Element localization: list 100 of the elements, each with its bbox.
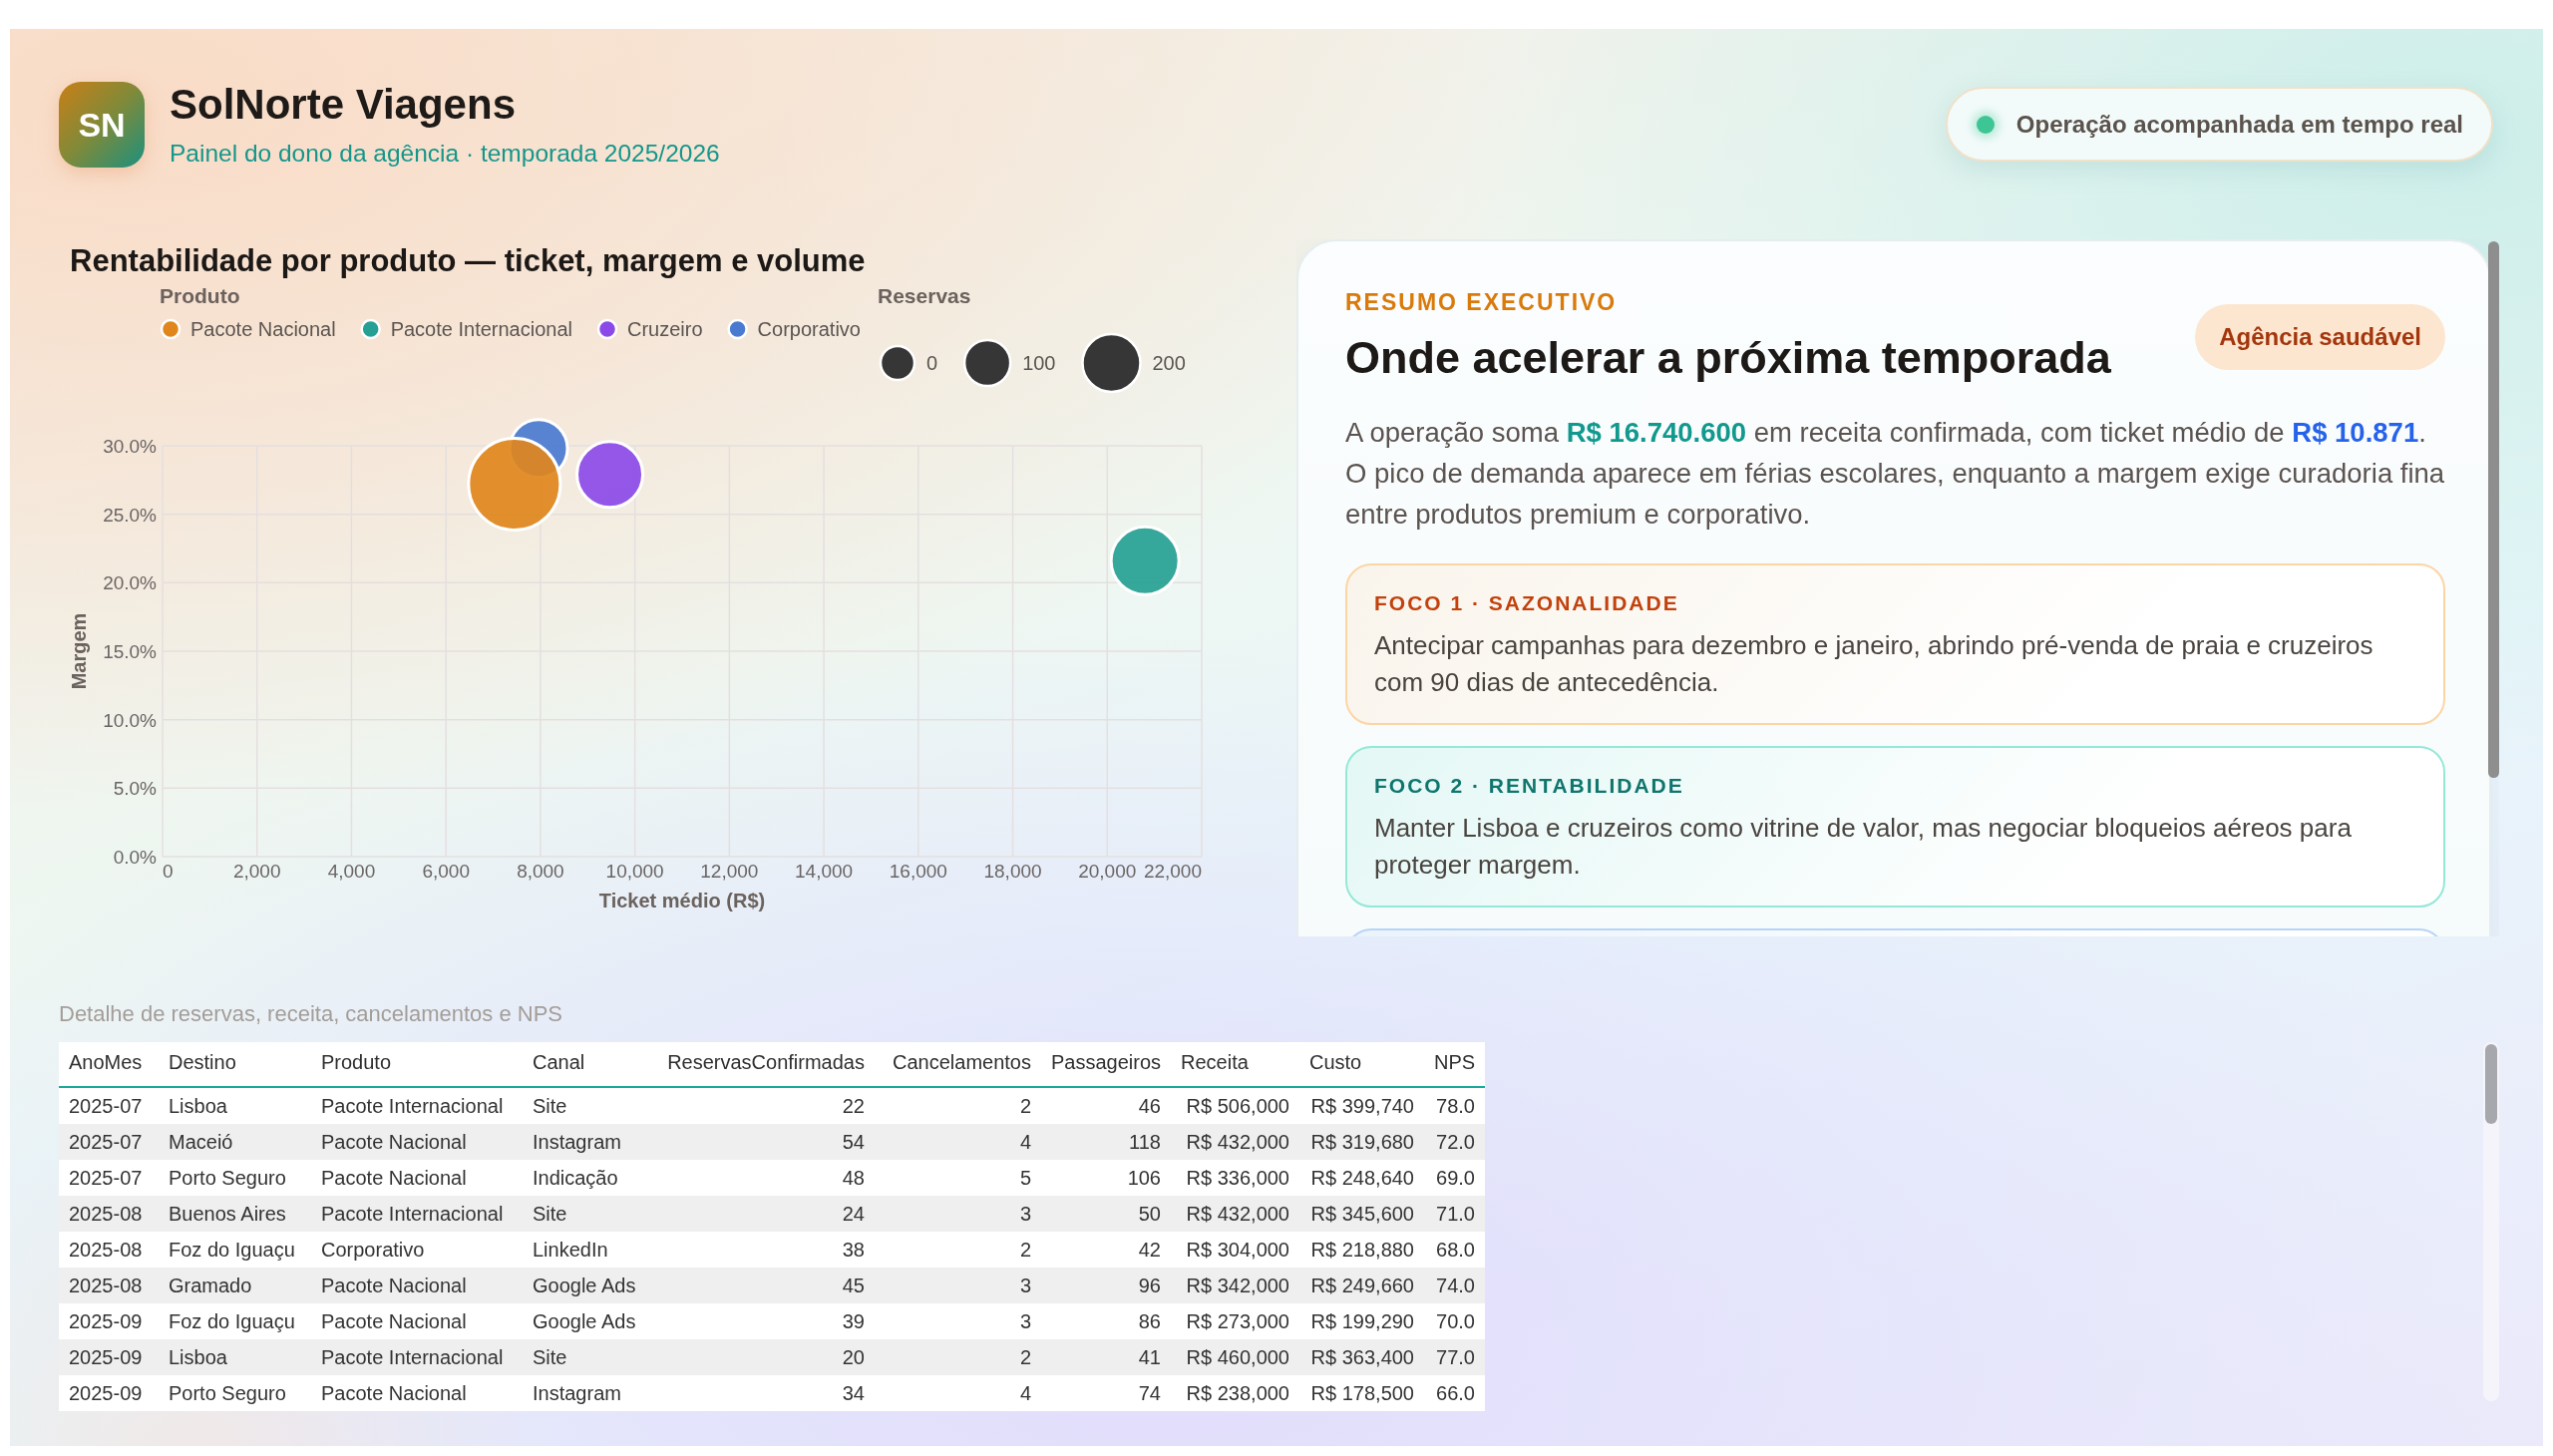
table-cell-text: Lisboa: [168, 1094, 228, 1118]
axis-tick-label: 2,000: [232, 861, 281, 882]
table-cell-text: 38: [841, 1238, 866, 1262]
table-cell-text: Site: [532, 1202, 568, 1226]
health-badge: Agência saudável: [2195, 304, 2445, 370]
chart-title: Rentabilidade por produto — ticket, margem e volume: [70, 243, 866, 279]
table-cell-text: Instagram: [532, 1130, 622, 1154]
axis-title: Margem: [68, 612, 90, 690]
legend-label: 200: [1152, 352, 1186, 374]
table-cell-text: Foz do Iguaçu: [168, 1309, 296, 1333]
table-cell-text: R$ 199,290: [1309, 1309, 1415, 1333]
table-cell-text: 74: [1137, 1381, 1162, 1405]
axis-tick-label: 5.0%: [113, 778, 157, 800]
focus-text: Antecipar campanhas para dezembro e janeiro, abrindo pré-venda de praia e cruzeiros com 90 dias de antecedência.: [1374, 629, 2374, 699]
table-cell-text: Buenos Aires: [168, 1202, 287, 1226]
table-cell-text: 71.0: [1435, 1202, 1476, 1226]
axis-tick-label: 0.0%: [113, 847, 157, 868]
table-cell-text: 106: [1126, 1166, 1162, 1190]
axis-tick-label: 0: [163, 861, 174, 882]
table-cell-text: 50: [1137, 1202, 1162, 1226]
table-cell-text: R$ 273,000: [1185, 1309, 1290, 1333]
table-cell-text: 5: [1018, 1166, 1032, 1190]
table-cell-text: Gramado: [168, 1274, 253, 1297]
table-cell-text: R$ 336,000: [1185, 1166, 1290, 1190]
table-cell-text: Corporativo: [320, 1238, 426, 1262]
table-cell-text: R$ 238,000: [1185, 1381, 1290, 1405]
table-cell-text: R$ 399,740: [1309, 1094, 1415, 1118]
section-eyebrow: RESUMO EXECUTIVO: [1345, 289, 1619, 315]
table-cell-text: 2025-08: [68, 1202, 144, 1226]
table-cell-text: R$ 432,000: [1185, 1202, 1290, 1226]
table-cell-text: 2025-07: [68, 1166, 144, 1190]
table-cell-text: LinkedIn: [532, 1238, 609, 1262]
axis-title: Ticket médio (R$): [598, 890, 766, 911]
table-cell-text: 46: [1137, 1094, 1162, 1118]
table-cell-text: R$ 506,000: [1185, 1094, 1290, 1118]
table-cell-text: 24: [841, 1202, 866, 1226]
table-cell-text: 2: [1018, 1094, 1032, 1118]
table-cell-text: R$ 304,000: [1185, 1238, 1290, 1262]
table-cell-text: 66.0: [1435, 1381, 1476, 1405]
table-cell-text: R$ 432,000: [1185, 1130, 1290, 1154]
table-cell-text: R$ 363,400: [1309, 1345, 1415, 1369]
axis-tick-label: 14,000: [795, 861, 854, 882]
summary-paragraph: A operação soma R$ 16.740.600 em receita confirmada, com ticket médio de R$ 10.871. O pico de demanda aparece em férias escolares, enquanto a margem exige curadoria fina entre produtos premium e corporativo.: [1345, 416, 2445, 532]
table-cell-text: R$ 345,600: [1309, 1202, 1415, 1226]
table-cell-text: Pacote Internacional: [320, 1345, 505, 1369]
table-cell-text: 2025-07: [68, 1094, 144, 1118]
table-cell-text: 77.0: [1435, 1345, 1476, 1369]
table-cell-text: 42: [1137, 1238, 1162, 1262]
axis-tick-label: 18,000: [983, 861, 1042, 882]
table-cell-text: 39: [841, 1309, 866, 1333]
table-cell-text: 72.0: [1435, 1130, 1476, 1154]
table-cell-text: Pacote Internacional: [320, 1202, 505, 1226]
table-cell-text: Site: [532, 1094, 568, 1118]
axis-tick-label: 10,000: [605, 861, 664, 882]
table-cell-text: 3: [1018, 1309, 1032, 1333]
table-cell-text: 2025-08: [68, 1238, 144, 1262]
table-cell-text: 2025-08: [68, 1274, 144, 1297]
table-cell-text: Porto Seguro: [168, 1166, 287, 1190]
table-cell-text: Site: [532, 1345, 568, 1369]
table-cell-text: 2025-09: [68, 1345, 144, 1369]
table-cell-text: 2025-07: [68, 1130, 144, 1154]
table-cell-text: Pacote Nacional: [320, 1166, 468, 1190]
table-cell-text: Maceió: [168, 1130, 234, 1154]
table-cell-text: R$ 248,640: [1309, 1166, 1415, 1190]
legend-label: 0: [926, 352, 938, 374]
table-cell-text: Google Ads: [532, 1274, 637, 1297]
summary-title: Onde acelerar a próxima temporada: [1345, 332, 2111, 384]
table-cell-text: 4: [1018, 1130, 1032, 1154]
table-cell-text: Instagram: [532, 1381, 622, 1405]
table-caption: Detalhe de reservas, receita, cancelamentos e NPS: [59, 1001, 564, 1027]
table-cell-text: Google Ads: [532, 1309, 637, 1333]
axis-tick-label: 16,000: [889, 861, 947, 882]
table-cell-text: R$ 218,880: [1309, 1238, 1415, 1262]
table-cell-text: 69.0: [1435, 1166, 1476, 1190]
table-cell-text: Pacote Nacional: [320, 1309, 468, 1333]
legend-title: Reservas: [878, 284, 971, 307]
table-cell-text: R$ 319,680: [1309, 1130, 1415, 1154]
table-cell-text: R$ 249,660: [1309, 1274, 1415, 1297]
table-cell-text: Pacote Internacional: [320, 1094, 505, 1118]
status-label: Operação acompanhada em tempo real: [2015, 109, 2463, 140]
axis-tick-label: 10.0%: [103, 709, 157, 731]
focus-title: FOCO 2 · RENTABILIDADE: [1374, 773, 1685, 799]
table-cell-text: 78.0: [1435, 1094, 1476, 1118]
app-subtitle: Painel do dono da agência · temporada 2025/2026: [170, 140, 720, 168]
table-cell-text: Pacote Nacional: [320, 1381, 468, 1405]
legend-title: Produto: [160, 284, 240, 307]
axis-tick-label: 6,000: [422, 861, 470, 882]
table-cell-text: 2: [1018, 1345, 1032, 1369]
table-cell-text: 86: [1137, 1309, 1162, 1333]
table-cell-text: 68.0: [1435, 1238, 1476, 1262]
axis-tick-label: 8,000: [517, 861, 564, 882]
app-title: SolNorte Viagens: [170, 82, 517, 128]
table-cell-text: 3: [1018, 1274, 1032, 1297]
table-cell-text: Porto Seguro: [168, 1381, 287, 1405]
axis-tick-label: 25.0%: [103, 504, 157, 526]
focus-text: Manter Lisboa e cruzeiros como vitrine de valor, mas negociar bloqueios aéreos para proteger margem.: [1374, 812, 2353, 882]
table-cell-text: 70.0: [1435, 1309, 1476, 1333]
table-cell-text: 2025-09: [68, 1309, 144, 1333]
axis-tick-label: 20,000: [1078, 861, 1137, 882]
table-cell-text: Foz do Iguaçu: [168, 1238, 296, 1262]
